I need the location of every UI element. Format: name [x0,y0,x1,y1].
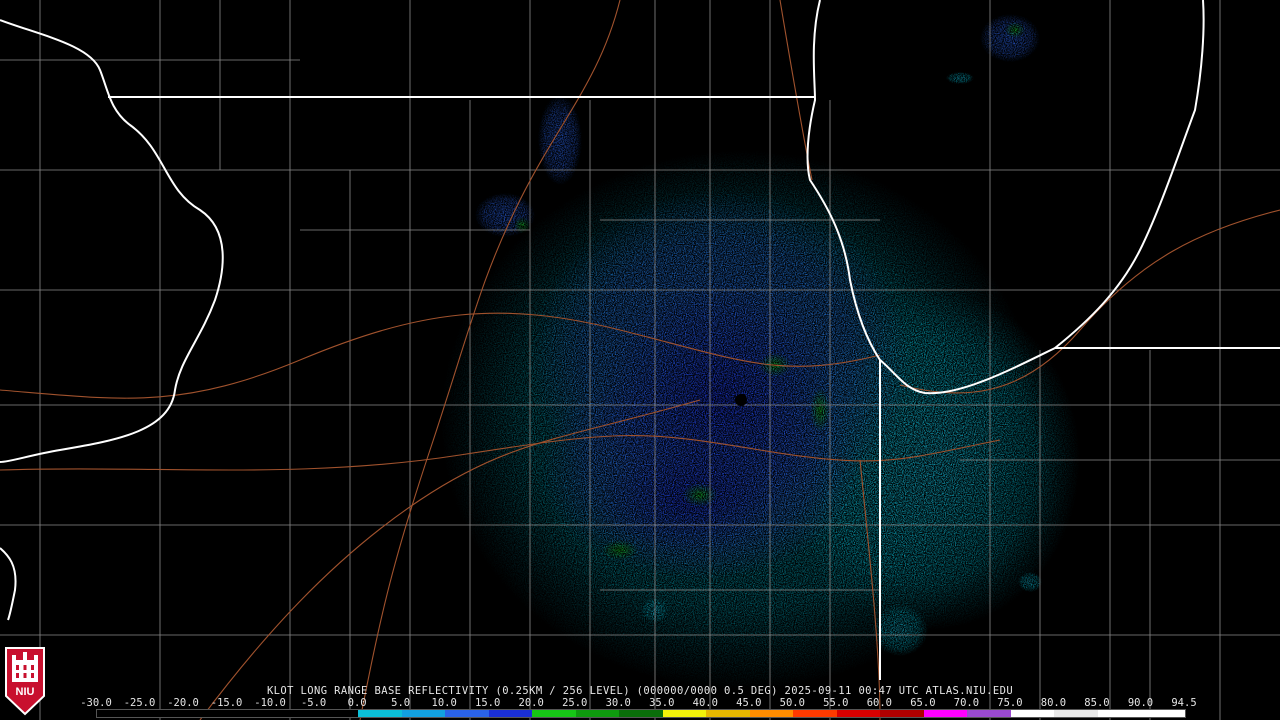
colorbar-tick-label: 15.0 [475,697,501,709]
colorbar-segment [227,710,272,717]
colorbar-tick-label: -5.0 [300,697,327,709]
colorbar-segment [1054,710,1098,717]
colorbar-tick-label: 35.0 [649,697,675,709]
colorbar-segment [140,710,185,717]
colorbar-segment [445,710,489,717]
radar-map [0,0,1280,720]
colorbar-segment [749,710,794,717]
colorbar-tick-label: -15.0 [210,697,243,709]
colorbar-tick-labels: -30.0 -25.0 -20.0 -15.0 -10.0 -5.0 0.0 5.0 10.0 1… [80,697,1197,709]
colorbar-segment [97,710,141,717]
radar-echoes [440,14,1080,690]
colorbar-tick-label: -10.0 [254,697,286,709]
colorbar-tick-label: 50.0 [779,697,805,709]
colorbar-tick-label: 85.0 [1084,697,1110,709]
colorbar-tick-label: 30.0 [605,697,631,709]
colorbar-segment [1010,710,1055,717]
colorbar-segment [358,710,402,717]
colorbar-segment [662,710,707,717]
colorbar-segment [575,710,620,717]
colorbar-segment [706,710,750,717]
colorbar-segment [923,710,968,717]
colorbar-tick-label: 55.0 [823,697,849,709]
radar-site-marker [735,394,747,406]
colorbar-tick-label: 80.0 [1040,697,1067,709]
colorbar-tick-label: 45.0 [736,697,762,709]
colorbar-tick-label: 5.0 [391,697,411,709]
niu-logo: NIU [5,647,45,716]
colorbar-segment [532,710,576,717]
colorbar-tick-label: 10.0 [431,697,457,709]
colorbar-tick-label: -20.0 [167,697,199,709]
logo-text: NIU [16,686,35,698]
colorbar-segment [1097,710,1142,717]
colorbar-segment [314,710,359,717]
colorbar-tick-label: 20.0 [518,697,544,709]
colorbar-segment [401,710,446,717]
colorbar-tick-label: 75.0 [997,697,1023,709]
colorbar-tick-label: 40.0 [692,697,718,709]
colorbar-tick-label: 65.0 [910,697,936,709]
colorbar-tick-label: 0.0 [347,697,367,709]
colorbar-segment [184,710,228,717]
colorbar-tick-label: -30.0 [80,697,112,709]
colorbar-segment [488,710,533,717]
colorbar-segment [880,710,924,717]
colorbar-tick-label: 90.0 [1127,697,1154,709]
colorbar-segment [967,710,1011,717]
reflectivity-colorbar [96,709,1186,718]
colorbar-segment [836,710,881,717]
product-caption: KLOT LONG RANGE BASE REFLECTIVITY (0.25K… [266,685,1014,697]
colorbar-tick-label: 94.5 [1171,697,1197,709]
colorbar-tick-label: 70.0 [953,697,980,709]
colorbar-segment [271,710,315,717]
colorbar-segment [793,710,837,717]
colorbar-tick-label: 25.0 [562,697,588,709]
colorbar-tick-label: 60.0 [866,697,893,709]
colorbar-tick-label: -25.0 [123,697,156,709]
colorbar-segment [619,710,663,717]
colorbar-segment [1141,710,1185,717]
